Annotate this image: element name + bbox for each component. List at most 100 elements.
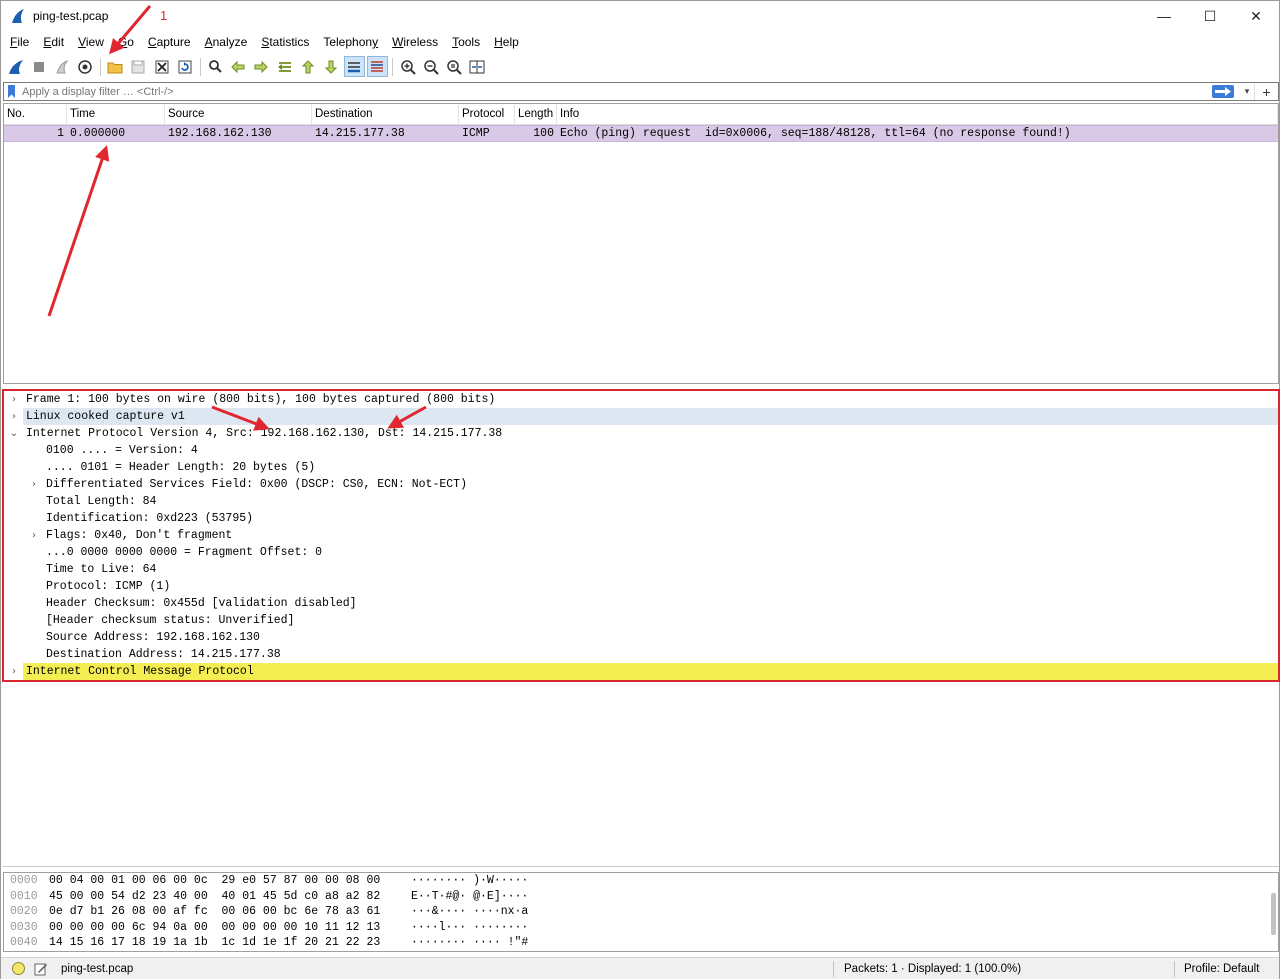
- reload-file-icon[interactable]: [174, 56, 195, 77]
- autoscroll-icon[interactable]: [343, 56, 365, 77]
- column-no[interactable]: No.: [4, 104, 67, 125]
- hex-bytes[interactable]: 45 00 00 54 d2 23 40 00 40 01 45 5d c0 a…: [49, 889, 411, 905]
- packet-length: 100: [533, 127, 554, 140]
- resize-columns-icon[interactable]: [467, 56, 488, 77]
- detail-row[interactable]: .... 0101 = Header Length: 20 bytes (5): [4, 459, 1278, 476]
- title-bar: ping-test.pcap — ☐ ✕: [1, 1, 1279, 31]
- hex-bytes[interactable]: 00 04 00 01 00 06 00 0c 29 e0 57 87 00 0…: [49, 873, 411, 889]
- detail-row[interactable]: Time to Live: 64: [4, 561, 1278, 578]
- detail-row[interactable]: › Flags: 0x40, Don't fragment: [4, 527, 1278, 544]
- status-profile[interactable]: Profile: Default: [1174, 960, 1259, 977]
- hex-bytes[interactable]: 14 15 16 17 18 19 1a 1b 1c 1d 1e 1f 20 2…: [49, 935, 411, 951]
- detail-row[interactable]: [Header checksum status: Unverified]: [4, 612, 1278, 629]
- add-filter-button-icon[interactable]: +: [1254, 83, 1278, 100]
- detail-text: Internet Protocol Version 4, Src: 192.16…: [26, 427, 503, 440]
- filter-history-chevron-icon[interactable]: ▾: [1240, 86, 1254, 97]
- menu-capture[interactable]: Capture: [141, 32, 198, 52]
- detail-row[interactable]: › Linux cooked capture v1: [12, 408, 1278, 425]
- chevron-down-icon[interactable]: ⌄: [8, 425, 20, 442]
- go-forward-icon[interactable]: [251, 56, 272, 77]
- menu-go[interactable]: Go: [111, 32, 141, 52]
- capture-options-icon[interactable]: [75, 56, 96, 77]
- menu-telephony[interactable]: Telephony: [316, 32, 385, 52]
- menu-analyze[interactable]: Analyze: [198, 32, 255, 52]
- column-length[interactable]: Length: [515, 104, 557, 125]
- detail-row[interactable]: Header Checksum: 0x455d [validation disa…: [4, 595, 1278, 612]
- hex-ascii[interactable]: ···&···· ····nx·a: [411, 904, 551, 920]
- minimize-button[interactable]: —: [1141, 1, 1187, 31]
- colorize-icon[interactable]: [366, 56, 388, 77]
- hex-ascii[interactable]: ····l··· ········: [411, 920, 551, 936]
- hex-ascii[interactable]: ········ )·W·····: [411, 873, 551, 889]
- detail-row[interactable]: › Frame 1: 100 bytes on wire (800 bits), …: [4, 391, 1278, 408]
- menu-file[interactable]: File: [3, 32, 36, 52]
- detail-row[interactable]: Source Address: 192.168.162.130: [4, 629, 1278, 646]
- hex-offset[interactable]: 0000: [4, 873, 49, 889]
- menu-tools[interactable]: Tools: [445, 32, 487, 52]
- detail-row[interactable]: Total Length: 84: [4, 493, 1278, 510]
- go-to-packet-icon[interactable]: [274, 56, 295, 77]
- go-last-packet-icon[interactable]: [320, 56, 341, 77]
- status-file-name: ping-test.pcap: [61, 962, 134, 975]
- detail-row[interactable]: › Internet Control Message Protocol: [12, 663, 1278, 680]
- detail-row[interactable]: Destination Address: 14.215.177.38: [4, 646, 1278, 663]
- detail-row[interactable]: Identification: 0xd223 (53795): [4, 510, 1278, 527]
- restart-capture-icon[interactable]: [51, 56, 72, 77]
- detail-text: .... 0101 = Header Length: 20 bytes (5): [46, 461, 316, 474]
- close-button[interactable]: ✕: [1233, 1, 1279, 31]
- maximize-button[interactable]: ☐: [1187, 1, 1233, 31]
- chevron-right-icon[interactable]: ›: [28, 476, 40, 493]
- bytes-scrollbar[interactable]: [1271, 893, 1276, 935]
- hex-offset[interactable]: 0020: [4, 904, 49, 920]
- hex-bytes[interactable]: 00 00 00 00 6c 94 0a 00 00 00 00 00 10 1…: [49, 920, 411, 936]
- find-packet-icon[interactable]: [205, 56, 226, 77]
- detail-text: Header Checksum: 0x455d [validation disa…: [46, 597, 357, 610]
- packet-row[interactable]: 1 0.000000 192.168.162.130 14.215.177.38…: [4, 125, 1278, 142]
- zoom-in-icon[interactable]: [397, 56, 418, 77]
- chevron-right-icon[interactable]: ›: [8, 663, 20, 680]
- packet-protocol: ICMP: [462, 127, 490, 140]
- chevron-right-icon[interactable]: ›: [28, 527, 40, 544]
- hex-offset[interactable]: 0040: [4, 935, 49, 951]
- detail-row[interactable]: › Differentiated Services Field: 0x00 (DS…: [4, 476, 1278, 493]
- hex-offset[interactable]: 0030: [4, 920, 49, 936]
- normal-size-icon[interactable]: [443, 56, 464, 77]
- main-toolbar: [1, 54, 1279, 79]
- menu-edit[interactable]: Edit: [36, 32, 71, 52]
- detail-row[interactable]: Protocol: ICMP (1): [4, 578, 1278, 595]
- status-packet-count: Packets: 1 · Displayed: 1 (100.0%): [833, 960, 1021, 977]
- save-file-icon[interactable]: [128, 56, 149, 77]
- column-source[interactable]: Source: [165, 104, 312, 125]
- zoom-out-icon[interactable]: [420, 56, 441, 77]
- go-first-packet-icon[interactable]: [297, 56, 318, 77]
- chevron-right-icon[interactable]: ›: [8, 408, 20, 425]
- menu-view[interactable]: View: [71, 32, 111, 52]
- detail-row[interactable]: ...0 0000 0000 0000 = Fragment Offset: 0: [4, 544, 1278, 561]
- column-info[interactable]: Info: [557, 104, 1278, 125]
- stop-capture-icon[interactable]: [28, 56, 49, 77]
- hex-ascii[interactable]: ········ ···· !"#: [411, 935, 551, 951]
- hex-ascii[interactable]: E··T·#@· @·E]····: [411, 889, 551, 905]
- capture-comment-icon[interactable]: [34, 962, 48, 976]
- hex-offset[interactable]: 0010: [4, 889, 49, 905]
- detail-row[interactable]: ⌄ Internet Protocol Version 4, Src: 192.1…: [4, 425, 1278, 442]
- expert-info-icon[interactable]: [12, 962, 25, 975]
- menu-wireless[interactable]: Wireless: [385, 32, 445, 52]
- menu-statistics[interactable]: Statistics: [254, 32, 316, 52]
- packet-info: Echo (ping) request id=0x0006, seq=188/4…: [560, 127, 1071, 140]
- detail-row[interactable]: 0100 .... = Version: 4: [4, 442, 1278, 459]
- packet-bytes-pane: 0000 00 04 00 01 00 06 00 0c 29 e0 57 87 …: [3, 872, 1279, 952]
- close-file-icon[interactable]: [151, 56, 172, 77]
- open-file-icon[interactable]: [105, 56, 126, 77]
- apply-filter-icon[interactable]: [1212, 85, 1234, 98]
- shark-fin-start-icon[interactable]: [5, 56, 26, 77]
- column-destination[interactable]: Destination: [312, 104, 459, 125]
- chevron-right-icon[interactable]: ›: [8, 391, 20, 408]
- go-back-icon[interactable]: [228, 56, 249, 77]
- menu-help[interactable]: Help: [487, 32, 526, 52]
- display-filter-input[interactable]: [18, 83, 1212, 100]
- hex-bytes[interactable]: 0e d7 b1 26 08 00 af fc 00 06 00 bc 6e 7…: [49, 904, 411, 920]
- column-time[interactable]: Time: [67, 104, 165, 125]
- column-protocol[interactable]: Protocol: [459, 104, 515, 125]
- bookmark-icon[interactable]: [4, 83, 18, 100]
